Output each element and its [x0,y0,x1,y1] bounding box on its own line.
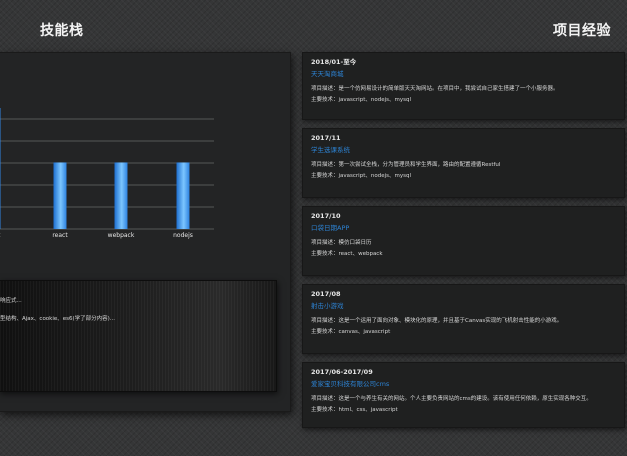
chart-tick-label: nodejs [173,232,193,239]
project-tech: 主要技术：canvas、javascript [311,329,391,335]
skills-heading: 技能栈 [40,23,84,39]
chart-bar-script[interactable] [0,108,1,229]
project-description: 项目描述：这是一个运用了面向对象、模块化的原理，并且基于Canvas实现的飞机射… [311,318,563,324]
project-tech: 主要技术：javascript、nodejs、mysql [311,173,411,179]
project-card: 2017/10 口袋日期APP 项目描述：模仿口袋日历 主要技术：react、w… [302,206,625,276]
project-title-link[interactable]: 学生选课系统 [311,144,616,156]
chart-bar-webpack[interactable] [114,162,128,229]
skills-description-line: 响应式... [0,298,22,304]
project-date: 2017/11 [311,134,341,142]
project-card: 2017/06-2017/09 爱家宝贝科技有限公司cms 项目描述：这是一个与… [302,362,625,428]
project-tech: 主要技术：html、css、javascript [311,407,398,413]
project-title-link[interactable]: 爱家宝贝科技有限公司cms [311,378,616,390]
project-card: 2018/01-至今 天天淘商城 项目描述：是一个仿网易设计的简单版天天淘网站。… [302,52,625,120]
project-card: 2017/08 射击小游戏 项目描述：这是一个运用了面向对象、模块化的原理，并且… [302,284,625,354]
chart-tick-label: react [52,232,68,239]
project-tech: 主要技术：javascript、nodejs、mysql [311,97,411,103]
projects-heading: 项目经验 [553,23,611,39]
project-description: 项目描述：是一个仿网易设计的简单版天天淘网站。在项目中，我尝试自己家生搭建了一个… [311,86,559,92]
project-title-link[interactable]: 射击小游戏 [311,300,616,312]
project-title-link[interactable]: 天天淘商城 [311,68,616,80]
resume-page: 技能栈 项目经验 script react webpack nodejs 响应式...… [0,0,627,456]
skills-description-box: 响应式... 型结构、Ajax、cookie、es6(学了部分内容)... [0,280,277,392]
project-date: 2017/06-2017/09 [311,368,373,376]
project-title-link[interactable]: 口袋日期APP [311,222,616,234]
project-description: 项目描述：模仿口袋日历 [311,240,372,246]
project-card: 2017/11 学生选课系统 项目描述：第一次尝试全栈，分为管理员和学生界面，路… [302,128,625,198]
chart-tick-label: script [0,232,1,239]
chart-tick-label: webpack [108,232,135,239]
skills-panel: script react webpack nodejs 响应式... 型结构、Ajax… [0,52,291,412]
project-list: 2018/01-至今 天天淘商城 项目描述：是一个仿网易设计的简单版天天淘网站。… [302,52,625,436]
skills-bar-chart: script react webpack nodejs [0,108,214,239]
project-date: 2018/01-至今 [311,58,357,66]
skills-description-line: 型结构、Ajax、cookie、es6(学了部分内容)... [0,316,116,322]
project-date: 2017/08 [311,290,341,298]
project-description: 项目描述：第一次尝试全栈，分为管理员和学生界面，路由的配置遵循Restful [311,162,501,168]
project-date: 2017/10 [311,212,341,220]
project-description: 项目描述：这是一个与养生有关的网站。个人主要负责网站的cms的建设。该有使用任何… [311,396,592,402]
chart-bar-react[interactable] [53,162,67,229]
chart-bar-nodejs[interactable] [176,162,190,229]
project-tech: 主要技术：react、webpack [311,251,383,257]
